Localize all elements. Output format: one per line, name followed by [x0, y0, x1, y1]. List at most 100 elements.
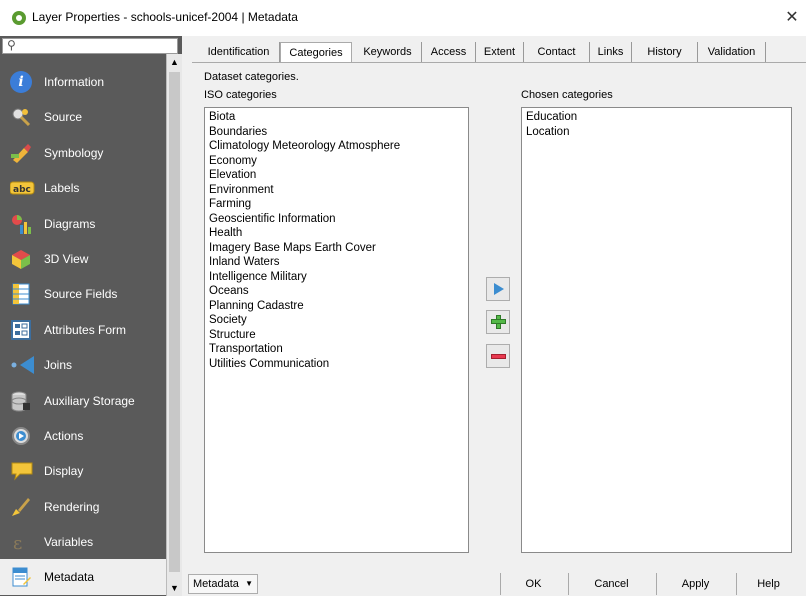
sidebar-scrollbar[interactable]: ▲ ▼	[166, 54, 182, 596]
list-item[interactable]: Oceans	[205, 284, 468, 299]
sidebar-item-label: Information	[44, 75, 105, 89]
list-item[interactable]: Geoscientific Information	[205, 212, 468, 227]
joins-icon	[10, 354, 34, 376]
cancel-button[interactable]: Cancel	[568, 573, 654, 595]
sidebar-list: i Information Source Symbology abc Label…	[0, 64, 166, 595]
title-bar: Layer Properties - schools-unicef-2004 |…	[0, 0, 806, 36]
sidebar-item-label: Auxiliary Storage	[44, 393, 135, 408]
source-icon	[10, 106, 32, 128]
list-item[interactable]: Environment	[205, 183, 468, 198]
svg-text:abc: abc	[13, 185, 31, 195]
tab-validation[interactable]: Validation	[698, 42, 766, 62]
sidebar-item-attributes-form[interactable]: Attributes Form	[0, 312, 166, 347]
ok-button[interactable]: OK	[500, 573, 566, 595]
list-item[interactable]: Utilities Communication	[205, 357, 468, 372]
help-button[interactable]: Help	[736, 573, 800, 595]
sidebar-item-rendering[interactable]: Rendering	[0, 489, 166, 524]
sidebar-item-source[interactable]: Source	[0, 99, 166, 134]
tab-access[interactable]: Access	[422, 42, 476, 62]
scroll-up-icon[interactable]: ▲	[167, 54, 182, 70]
sidebar-item-auxiliary-storage[interactable]: Auxiliary Storage	[0, 383, 166, 418]
sidebar-item-label: Actions	[44, 428, 84, 443]
chosen-categories-label: Chosen categories	[521, 89, 613, 101]
sidebar-item-label: Labels	[44, 181, 80, 196]
sidebar-item-source-fields[interactable]: Source Fields	[0, 276, 166, 311]
panel-heading: Dataset categories.	[204, 71, 299, 83]
sidebar-item-joins[interactable]: Joins	[0, 347, 166, 382]
chosen-categories-list[interactable]: Education Location	[521, 107, 792, 553]
sidebar-item-label: Variables	[44, 535, 94, 550]
sidebar-item-label: 3D View	[44, 251, 89, 266]
symbology-icon	[10, 142, 32, 164]
attributes-form-icon	[10, 319, 32, 341]
sidebar-item-label: Joins	[44, 358, 73, 373]
list-item[interactable]: Health	[205, 226, 468, 241]
list-item[interactable]: Farming	[205, 197, 468, 212]
add-category-button[interactable]	[486, 310, 510, 334]
sidebar-item-label: Rendering	[44, 499, 100, 514]
list-item[interactable]: Boundaries	[205, 125, 468, 140]
tab-contact[interactable]: Contact	[524, 42, 590, 62]
dialog-button-bar: Metadata ▼ OK Cancel Apply Help	[182, 568, 806, 596]
close-icon[interactable]: ✕	[782, 7, 802, 27]
rendering-icon	[10, 496, 32, 518]
list-item[interactable]: Biota	[205, 110, 468, 125]
sidebar-item-actions[interactable]: Actions	[0, 418, 166, 453]
list-item[interactable]: Imagery Base Maps Earth Cover	[205, 241, 468, 256]
remove-category-button[interactable]	[486, 344, 510, 368]
tab-identification[interactable]: Identification	[198, 42, 280, 62]
style-menu-dropdown[interactable]: Metadata ▼	[188, 574, 258, 594]
list-item[interactable]: Inland Waters	[205, 255, 468, 270]
sidebar: ⚲ i Information Source Symbology abc Lab…	[0, 36, 182, 596]
tab-categories[interactable]: Categories	[280, 42, 352, 62]
window-title: Layer Properties - schools-unicef-2004 |…	[32, 10, 298, 24]
categories-panel: Dataset categories. ISO categories Chose…	[192, 63, 806, 568]
scroll-down-icon[interactable]: ▼	[167, 580, 182, 596]
search-icon: ⚲	[7, 38, 16, 52]
move-to-chosen-button[interactable]	[486, 277, 510, 301]
sidebar-item-diagrams[interactable]: Diagrams	[0, 206, 166, 241]
sidebar-item-label: Metadata	[44, 570, 95, 585]
tab-extent[interactable]: Extent	[476, 42, 524, 62]
list-item[interactable]: Transportation	[205, 342, 468, 357]
3d-view-icon	[10, 248, 32, 270]
list-item[interactable]: Elevation	[205, 168, 468, 183]
apply-button[interactable]: Apply	[656, 573, 734, 595]
sidebar-item-symbology[interactable]: Symbology	[0, 135, 166, 170]
iso-categories-list[interactable]: Biota Boundaries Climatology Meteorology…	[204, 107, 469, 553]
sidebar-item-information[interactable]: i Information	[0, 64, 166, 99]
info-icon: i	[10, 71, 32, 93]
scrollbar-thumb[interactable]	[169, 72, 180, 572]
labels-icon: abc	[9, 177, 35, 199]
display-icon	[10, 460, 33, 482]
tab-links[interactable]: Links	[590, 42, 632, 62]
sidebar-item-label: Display	[44, 464, 84, 479]
svg-text:ε: ε	[13, 533, 22, 553]
sidebar-item-label: Attributes Form	[44, 322, 127, 337]
sidebar-item-metadata[interactable]: Metadata	[0, 559, 166, 595]
iso-categories-label: ISO categories	[204, 89, 277, 101]
list-item[interactable]: Intelligence Military	[205, 270, 468, 285]
list-item[interactable]: Society	[205, 313, 468, 328]
sidebar-item-labels[interactable]: abc Labels	[0, 170, 166, 205]
sidebar-item-display[interactable]: Display	[0, 453, 166, 488]
arrow-right-icon	[494, 283, 504, 295]
sidebar-item-3d-view[interactable]: 3D View	[0, 241, 166, 276]
list-item[interactable]: Structure	[205, 328, 468, 343]
source-fields-icon	[10, 283, 32, 305]
list-item[interactable]: Planning Cadastre	[205, 299, 468, 314]
sidebar-item-label: Source Fields	[44, 287, 118, 302]
sidebar-item-label: Source	[44, 110, 83, 125]
tab-history[interactable]: History	[632, 42, 698, 62]
list-item[interactable]: Education	[522, 110, 791, 125]
list-item[interactable]: Climatology Meteorology Atmosphere	[205, 139, 468, 154]
minus-icon	[491, 354, 506, 359]
metadata-icon	[10, 566, 32, 588]
search-input[interactable]: ⚲	[2, 38, 178, 54]
sidebar-item-variables[interactable]: ε Variables	[0, 524, 166, 559]
list-item[interactable]: Economy	[205, 154, 468, 169]
tab-keywords[interactable]: Keywords	[354, 42, 422, 62]
list-item[interactable]: Location	[522, 125, 791, 140]
style-menu-label: Metadata	[193, 578, 239, 590]
actions-icon	[10, 425, 32, 447]
